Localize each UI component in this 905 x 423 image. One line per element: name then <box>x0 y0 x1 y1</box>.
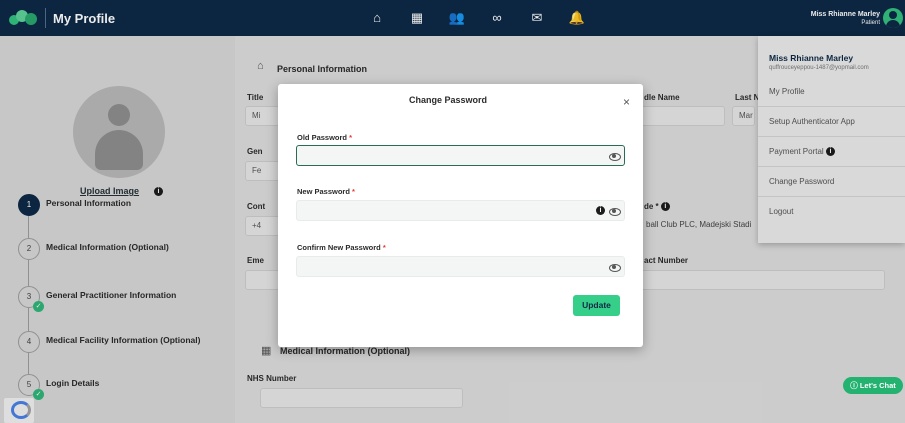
new-password-input[interactable]: i <box>296 200 625 221</box>
old-password-input[interactable] <box>296 145 625 166</box>
old-password-label: Old Password * <box>297 133 353 142</box>
eye-icon[interactable] <box>609 262 621 272</box>
confirm-password-label: Confirm New Password * <box>297 243 386 252</box>
eye-icon[interactable] <box>609 206 621 216</box>
modal-title: Change Password <box>408 95 488 105</box>
change-password-modal: Change Password × Old Password * New Pas… <box>278 84 643 347</box>
close-icon[interactable]: × <box>623 96 630 108</box>
eye-icon[interactable] <box>609 151 621 161</box>
new-password-label: New Password * <box>297 187 355 196</box>
info-icon[interactable]: i <box>596 206 605 215</box>
update-button[interactable]: Update <box>573 295 620 316</box>
confirm-password-input[interactable] <box>296 256 625 277</box>
help-icon: ⓘ <box>850 381 858 390</box>
lets-chat-button[interactable]: ⓘ Let's Chat <box>843 377 903 394</box>
